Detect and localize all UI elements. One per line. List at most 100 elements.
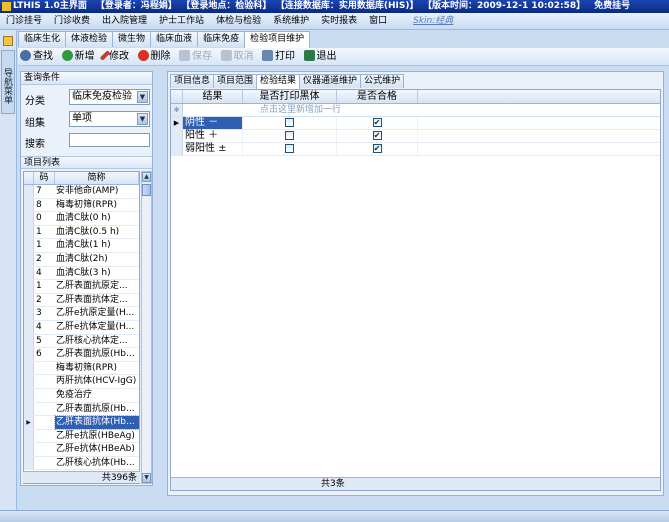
item-scrollbar[interactable]: ▲ ▼ xyxy=(141,171,152,484)
table-row[interactable]: 免疫治疗 xyxy=(24,388,139,403)
result-row[interactable]: 弱阳性 ± ✔ xyxy=(171,143,660,156)
print-black-checkbox[interactable] xyxy=(285,131,294,140)
menu-bar: 门诊挂号 门诊收费 出入院管理 护士工作站 体检与检验 系统维护 实时报表 窗口 Skin:经典 xyxy=(0,13,669,30)
table-row[interactable]: 7 安非他命(AMP) xyxy=(24,185,139,199)
row-indicator xyxy=(24,212,34,225)
result-row[interactable]: ▶ 阴性 － ✔ xyxy=(171,117,660,130)
search-input[interactable] xyxy=(69,133,150,147)
table-row[interactable]: 4 血清C肽(3 h) xyxy=(24,266,139,281)
add-button[interactable]: 新增 xyxy=(60,48,98,66)
scroll-up-icon[interactable]: ▲ xyxy=(142,172,151,182)
table-row[interactable]: ▶ 乙肝表面抗体(Hb... xyxy=(24,415,139,430)
row-indicator xyxy=(24,402,34,416)
side-nav-tab[interactable]: 导航菜单 xyxy=(1,50,15,114)
item-code: 6 xyxy=(36,349,42,360)
col-qualified[interactable]: 是否合格 xyxy=(337,90,418,103)
print-black-checkbox[interactable] xyxy=(285,144,294,153)
table-row[interactable]: 4 乙肝e抗体定量(H... xyxy=(24,320,139,335)
menu-exam-lab[interactable]: 体检与检验 xyxy=(210,13,267,30)
table-row[interactable]: 0 血清C肽(0 h) xyxy=(24,212,139,226)
delete-button[interactable]: 删除 xyxy=(136,48,174,66)
qualified-checkbox[interactable]: ✔ xyxy=(372,118,382,127)
row-indicator xyxy=(24,252,34,266)
col-result[interactable]: 结果 xyxy=(183,90,243,103)
menu-window[interactable]: 窗口 xyxy=(363,13,393,30)
category-select[interactable]: 临床免疫检验 ▼ xyxy=(69,89,150,105)
item-name: 血清C肽(2h) xyxy=(56,253,108,264)
find-button[interactable]: 查找 xyxy=(18,48,56,66)
table-row[interactable]: 1 血清C肽(0.5 h) xyxy=(24,225,139,240)
query-header: 查询条件 xyxy=(21,72,152,85)
tab-item-info[interactable]: 项目信息 xyxy=(170,74,215,88)
item-list-header: 项目列表 xyxy=(21,156,152,169)
col-name[interactable]: 简称 xyxy=(55,172,139,184)
item-name: 乙肝e抗体定量(H... xyxy=(56,321,135,332)
pin-icon[interactable] xyxy=(3,36,13,46)
menu-reports[interactable]: 实时报表 xyxy=(315,13,363,30)
item-grid-header: 码 简称 xyxy=(24,172,139,185)
table-row[interactable]: 梅毒初筛(RPR) xyxy=(24,361,139,376)
cancel-button[interactable]: 取消 xyxy=(219,48,257,66)
table-row[interactable]: 5 乙肝核心抗体定... xyxy=(24,334,139,349)
col-code[interactable]: 码 xyxy=(34,172,55,184)
item-name: 乙肝表面抗体(Hb... xyxy=(54,415,139,430)
new-row[interactable]: ✱ 点击这里新增加一行 xyxy=(171,104,660,117)
table-row[interactable]: 2 乙肝表面抗体定... xyxy=(24,293,139,308)
result-value[interactable]: 阴性 － xyxy=(183,117,243,129)
item-code: 2 xyxy=(36,253,42,264)
table-row[interactable]: 乙肝表面抗原(Hb... xyxy=(24,402,139,417)
item-code xyxy=(34,430,55,443)
table-row[interactable]: 1 乙肝表面抗原定... xyxy=(24,280,139,294)
table-row[interactable]: 丙肝抗体(HCV-IgG) xyxy=(24,375,139,389)
menu-outpatient-billing[interactable]: 门诊收费 xyxy=(48,13,96,30)
table-row[interactable]: 1 血清C肽(1 h) xyxy=(24,239,139,253)
save-button[interactable]: 保存 xyxy=(177,48,215,66)
tab-body-fluid[interactable]: 体液检验 xyxy=(65,31,114,47)
table-row[interactable]: 3 乙肝e抗原定量(H... xyxy=(24,307,139,321)
table-row[interactable]: 乙肝e抗体(HBeAb) xyxy=(24,443,139,457)
menu-admission[interactable]: 出入院管理 xyxy=(96,13,153,30)
tab-item-maintenance[interactable]: 检验项目维护 xyxy=(244,31,311,48)
scroll-down-icon[interactable]: ▼ xyxy=(142,473,151,483)
menu-nurse-station[interactable]: 护士工作站 xyxy=(153,13,210,30)
scroll-thumb[interactable] xyxy=(142,184,151,196)
table-row[interactable]: 6 乙肝表面抗原(Hb... xyxy=(24,348,139,362)
tab-results[interactable]: 检验结果 xyxy=(256,74,301,89)
item-name: 乙肝e抗原(HBeAg) xyxy=(56,430,135,441)
tab-item-range[interactable]: 项目范围 xyxy=(213,74,258,88)
title-bar: LTHIS 1.0主界面 【登录者：冯程娟】 【登录地点：检验科】 【连接数据库：实用… xyxy=(0,0,669,13)
qualified-checkbox[interactable]: ✔ xyxy=(372,131,382,140)
print-black-checkbox[interactable] xyxy=(285,118,294,127)
edit-button[interactable]: 修改 xyxy=(99,48,132,66)
result-row[interactable]: 阳性 ＋ ✔ xyxy=(171,130,660,143)
tab-clinical-immunology[interactable]: 临床免疫 xyxy=(197,31,246,47)
tab-clinical-chemistry[interactable]: 临床生化 xyxy=(18,31,67,47)
detail-panel: 项目信息 项目范围 检验结果 仪器通道维护 公式维护 结果 是否打印黑体 是否合格 ✱ … xyxy=(167,71,664,496)
tab-clinical-blood[interactable]: 临床血液 xyxy=(150,31,199,47)
tab-microbiology[interactable]: 微生物 xyxy=(112,31,152,47)
exit-button[interactable]: 退出 xyxy=(302,48,340,66)
table-row[interactable]: 8 梅毒初筛(RPR) xyxy=(24,198,139,213)
result-value[interactable]: 阳性 ＋ xyxy=(183,130,243,142)
item-name: 乙肝e抗体(HBeAb) xyxy=(56,444,135,455)
print-black-cell xyxy=(243,117,337,129)
table-row[interactable]: 乙肝核心抗体(Hb... xyxy=(24,456,139,471)
col-print-black[interactable]: 是否打印黑体 xyxy=(243,90,337,103)
item-code: 1 xyxy=(36,240,42,251)
menu-outpatient-registration[interactable]: 门诊挂号 xyxy=(0,13,48,30)
print-button[interactable]: 打印 xyxy=(260,48,298,66)
skin-link[interactable]: Skin:经典 xyxy=(407,13,459,30)
group-select[interactable]: 单项 ▼ xyxy=(69,111,150,127)
menu-system[interactable]: 系统维护 xyxy=(267,13,315,30)
item-name: 乙肝e抗原定量(H... xyxy=(56,308,135,319)
tab-instrument-channel[interactable]: 仪器通道维护 xyxy=(299,74,362,88)
tab-formula[interactable]: 公式维护 xyxy=(360,74,405,88)
item-code xyxy=(34,375,55,388)
table-row[interactable]: 2 血清C肽(2h) xyxy=(24,252,139,267)
result-value[interactable]: 弱阳性 ± xyxy=(183,143,243,155)
qualified-checkbox[interactable]: ✔ xyxy=(372,144,382,153)
item-code: 0 xyxy=(36,213,42,224)
table-row[interactable]: 乙肝e抗原(HBeAg) xyxy=(24,429,139,444)
chevron-down-icon[interactable]: ▼ xyxy=(137,91,148,103)
chevron-down-icon[interactable]: ▼ xyxy=(137,113,148,125)
